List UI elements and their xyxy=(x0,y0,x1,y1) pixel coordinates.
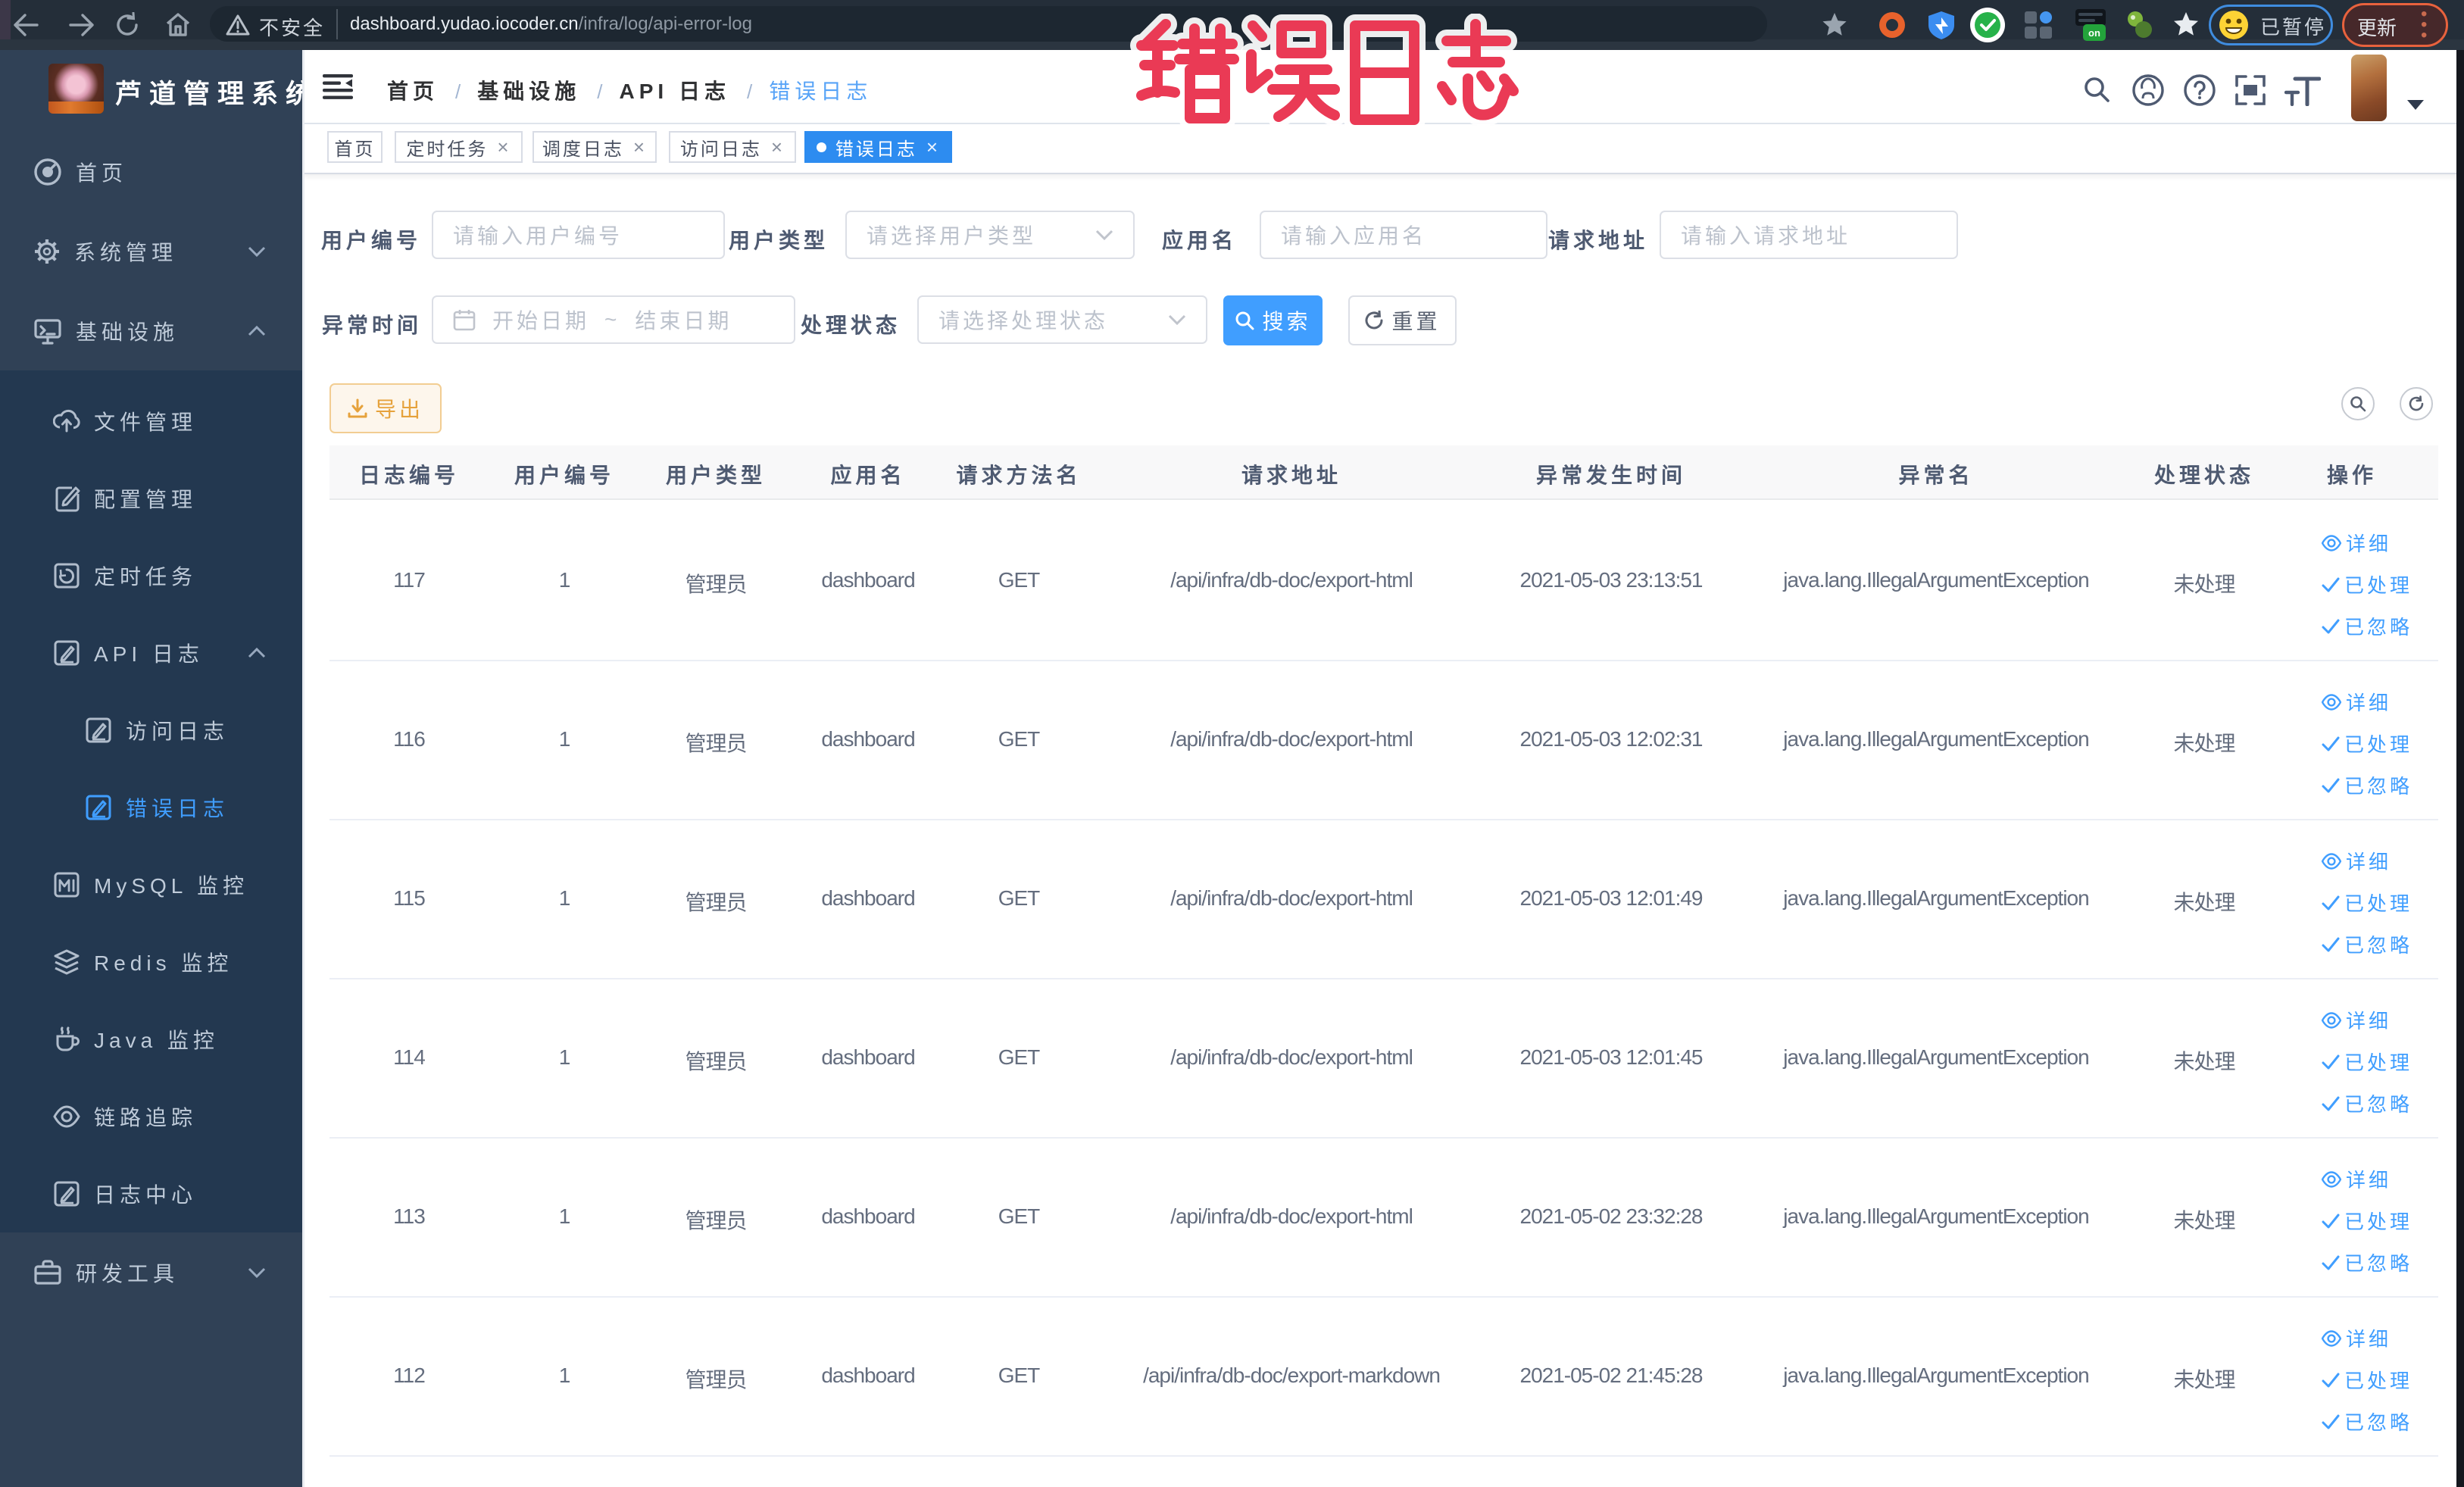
svg-text:on: on xyxy=(2088,27,2100,39)
